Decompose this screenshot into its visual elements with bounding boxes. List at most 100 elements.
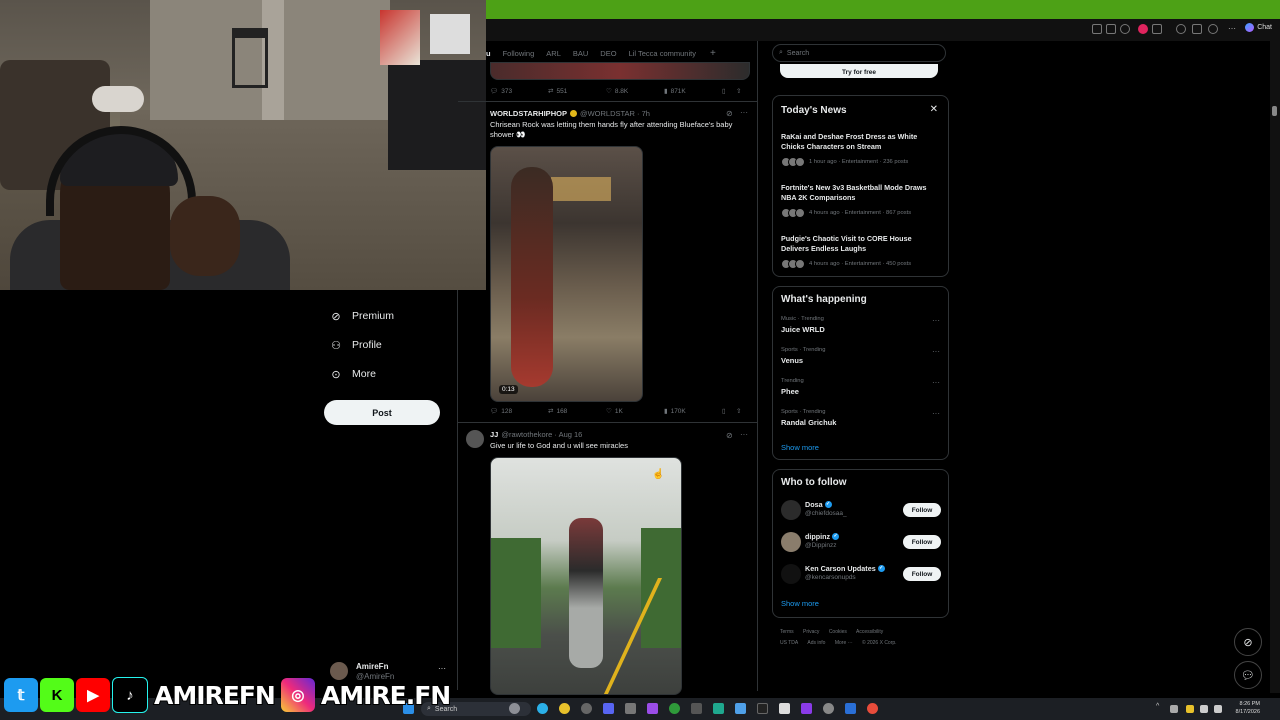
app-icon[interactable] [647, 703, 658, 714]
bookmark-icon[interactable]: ▯ [722, 87, 736, 95]
trend-name[interactable]: Venus [781, 356, 803, 365]
tweet-media[interactable] [490, 62, 750, 80]
trend-more-icon[interactable]: ··· [932, 378, 940, 387]
tweet-author[interactable]: WORLDSTARHIPHOP [490, 109, 567, 118]
tweet-handle[interactable]: @WORLDSTAR · 7h [580, 109, 650, 118]
tweet-video[interactable]: 0:13 [490, 146, 643, 402]
discord-icon[interactable] [603, 703, 614, 714]
trend-more-icon[interactable]: ··· [932, 347, 940, 356]
footer-link[interactable]: More ··· [835, 640, 853, 646]
grok-button[interactable]: ⊘ [1234, 628, 1262, 656]
like-button[interactable]: ♡ 8.8K [606, 87, 664, 96]
user-name[interactable]: Ken Carson Updates ✓ [805, 564, 885, 573]
repost-button[interactable]: ⇄ 551 [548, 87, 606, 96]
show-more-link[interactable]: Show more [781, 443, 819, 452]
trend-more-icon[interactable]: ··· [932, 316, 940, 325]
try-free-button[interactable]: Try for free [780, 64, 938, 78]
views-button[interactable]: ▮ 871K [664, 87, 722, 96]
tab-following[interactable]: Following [503, 49, 535, 58]
like-button[interactable]: ♡ 1K [606, 407, 664, 416]
repost-button[interactable]: ⇄ 168 [548, 407, 606, 416]
user-name[interactable]: dippinz ✓ [805, 532, 840, 541]
tweet-video[interactable] [490, 457, 682, 695]
post-button[interactable]: Post [324, 400, 440, 425]
app-icon[interactable] [757, 703, 768, 714]
app-icon[interactable] [845, 703, 856, 714]
tweet-author[interactable]: JJ [490, 430, 498, 439]
follow-button[interactable]: Follow [903, 503, 941, 517]
app-icon[interactable] [735, 703, 746, 714]
profile-icon[interactable] [1208, 24, 1218, 34]
share-icon[interactable]: ⇧ [736, 407, 741, 415]
reply-button[interactable]: 💬︎ 373 [490, 87, 538, 96]
edge-icon[interactable] [537, 703, 548, 714]
tweet-handle[interactable]: @rawtothekore · Aug 16 [501, 430, 582, 439]
tweet-more-icon[interactable]: ··· [740, 430, 748, 439]
grok-icon[interactable]: ⊘ [726, 109, 733, 118]
views-button[interactable]: ▮ 170K [664, 407, 722, 416]
app-icon[interactable] [625, 703, 636, 714]
network-icon[interactable] [1200, 705, 1208, 713]
reply-button[interactable]: 💬︎ 128 [490, 407, 538, 416]
bookmark-icon[interactable]: ▯ [722, 407, 736, 415]
follow-button[interactable]: Follow [903, 535, 941, 549]
share-icon[interactable]: ⇧ [736, 87, 741, 95]
tray-icon[interactable] [1186, 705, 1194, 713]
avatar[interactable] [781, 532, 801, 552]
footer-link[interactable]: Ads info [807, 640, 825, 646]
news-title[interactable]: Fortnite's New 3v3 Basketball Mode Draws… [781, 183, 941, 202]
app-icon[interactable] [779, 703, 790, 714]
add-tab-icon[interactable]: + [710, 48, 716, 59]
volume-icon[interactable] [1214, 705, 1222, 713]
scrollbar[interactable] [1270, 41, 1280, 693]
taskbar-clock[interactable]: 8:26 PM 8/17/2026 [1236, 700, 1260, 716]
tab-for-you[interactable]: u [486, 49, 491, 58]
avatar[interactable] [781, 564, 801, 584]
trend-more-icon[interactable]: ··· [932, 409, 940, 418]
user-name[interactable]: Dosa ✓ [805, 500, 832, 509]
tab-lil-tecca-community[interactable]: Lil Tecca community [629, 49, 696, 58]
favorites-icon[interactable] [1192, 24, 1202, 34]
avatar[interactable] [466, 430, 484, 448]
tweet-more-icon[interactable]: ··· [740, 108, 748, 117]
close-icon[interactable]: ✕ [930, 104, 938, 115]
app-icon[interactable] [713, 703, 724, 714]
trend-name[interactable]: Juice WRLD [781, 325, 825, 334]
settings-icon[interactable] [823, 703, 834, 714]
copilot-chat-button[interactable]: Chat [1245, 23, 1272, 32]
widgets-icon[interactable] [509, 703, 520, 714]
follow-button[interactable]: Follow [903, 567, 941, 581]
messages-button[interactable]: 💬︎ [1234, 661, 1262, 689]
footer-link[interactable]: Privacy [803, 629, 819, 635]
grok-icon[interactable]: ⊘ [726, 431, 733, 440]
footer-link[interactable]: Accessibility [856, 629, 883, 635]
footer-link[interactable]: Cookies [829, 629, 847, 635]
chrome-icon[interactable] [867, 703, 878, 714]
nav-item-profile[interactable]: ⚇ Profile [330, 339, 382, 352]
tab-bau[interactable]: BAU [573, 49, 588, 58]
trend-name[interactable]: Randal Grichuk [781, 418, 836, 427]
news-title[interactable]: RaKai and Deshae Frost Dress as White Ch… [781, 132, 941, 151]
twitch-icon[interactable] [801, 703, 812, 714]
show-more-link[interactable]: Show more [781, 599, 819, 608]
app-icon[interactable] [581, 703, 592, 714]
star-icon[interactable] [1120, 24, 1130, 34]
search-input[interactable]: ⌕ Search [772, 44, 946, 62]
reader-icon[interactable] [1106, 24, 1116, 34]
app-icon[interactable] [691, 703, 702, 714]
avatar[interactable] [781, 500, 801, 520]
news-title[interactable]: Pudgie's Chaotic Visit to CORE House Del… [781, 234, 941, 253]
tab-arl[interactable]: ARL [546, 49, 561, 58]
nav-item-more[interactable]: ⊙ More [330, 368, 376, 381]
tray-icon[interactable] [1170, 705, 1178, 713]
extension-icon[interactable] [1152, 24, 1162, 34]
xbox-icon[interactable] [669, 703, 680, 714]
trend-name[interactable]: Phee [781, 387, 799, 396]
extension-red-icon[interactable] [1138, 24, 1148, 34]
extension-icon[interactable] [1176, 24, 1186, 34]
extension-icon[interactable] [1092, 24, 1102, 34]
footer-link[interactable]: Terms [780, 629, 794, 635]
chrome-icon[interactable] [559, 703, 570, 714]
scrollbar-thumb[interactable] [1272, 106, 1277, 116]
nav-item-premium[interactable]: ⊘ Premium [330, 310, 394, 323]
